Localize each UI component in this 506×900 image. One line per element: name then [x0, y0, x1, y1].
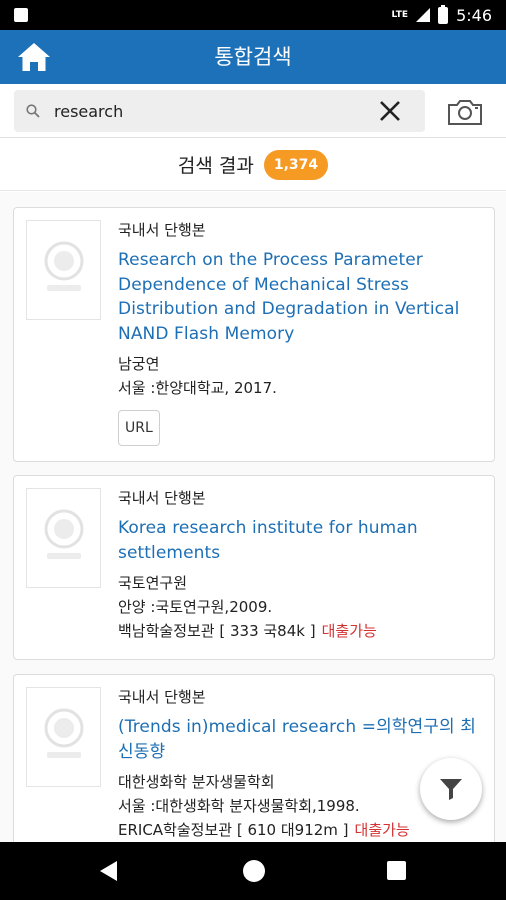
battery-icon: [438, 4, 449, 24]
author: 남궁연: [118, 355, 160, 373]
signal-icon: [416, 8, 431, 22]
material-type: 국내서 단행본: [118, 489, 206, 507]
clock: 5:46: [456, 5, 492, 25]
filter-icon: [440, 779, 462, 800]
book-title-link[interactable]: Korea research institute for human settl…: [118, 516, 488, 565]
holding-location: ERICA학술정보관 [ 610 대912m ]: [118, 821, 349, 839]
camera-icon[interactable]: [445, 97, 485, 127]
university-seal-icon: [44, 241, 84, 291]
card-body: 국내서 단행본 Research on the Process Paramete…: [118, 218, 488, 446]
publisher: 안양 :국토연구원,2009.: [118, 598, 273, 616]
page-title: 통합검색: [214, 45, 292, 69]
result-count-badge: 1,374: [263, 149, 329, 180]
search-row: [0, 84, 506, 138]
book-cover-placeholder: [26, 687, 101, 787]
publisher: 서울 :한양대학교, 2017.: [118, 379, 277, 397]
recents-square-icon[interactable]: [387, 861, 406, 880]
status-indicators: LTE 5:46: [392, 4, 492, 26]
search-input[interactable]: [54, 95, 374, 127]
system-nav-bar: [0, 842, 506, 900]
result-card[interactable]: 국내서 단행본 Korea research institute for hum…: [13, 475, 495, 660]
result-card[interactable]: 국내서 단행본 Research on the Process Paramete…: [13, 207, 495, 462]
app-bar: 통합검색: [0, 30, 506, 84]
holding-location: 백남학술정보관 [ 333 국84k ]: [118, 622, 316, 640]
holding-info: 백남학술정보관 [ 333 국84k ] 대출가능: [118, 619, 488, 643]
material-type: 국내서 단행본: [118, 221, 206, 239]
result-header: 검색 결과 1,374: [0, 139, 506, 191]
university-seal-icon: [44, 509, 84, 559]
status-bar: LTE 5:46: [0, 0, 506, 30]
author: 국토연구원: [118, 574, 188, 592]
material-type: 국내서 단행본: [118, 688, 206, 706]
result-label: 검색 결과: [177, 155, 254, 177]
card-body: 국내서 단행본 Korea research institute for hum…: [118, 486, 488, 643]
url-button[interactable]: URL: [118, 410, 160, 446]
home-circle-icon[interactable]: [243, 860, 265, 882]
search-icon: [26, 104, 40, 118]
holding-info: ERICA학술정보관 [ 610 대912m ] 대출가능: [118, 818, 488, 842]
close-icon[interactable]: [376, 97, 404, 125]
book-cover-placeholder: [26, 488, 101, 588]
notification-icon: [14, 8, 28, 22]
filter-button[interactable]: [420, 758, 482, 820]
search-box: [14, 90, 425, 132]
book-title-link[interactable]: Research on the Process Parameter Depend…: [118, 248, 488, 346]
result-card[interactable]: 국내서 단행본 (Trends in)medical research =의학연…: [13, 674, 495, 842]
home-icon: [18, 43, 50, 71]
university-seal-icon: [44, 708, 84, 758]
result-list: 국내서 단행본 Research on the Process Paramete…: [0, 192, 506, 842]
book-title-link[interactable]: (Trends in)medical research =의학연구의 최신동향: [118, 715, 488, 764]
network-type: LTE: [391, 10, 409, 20]
loan-status: 대출가능: [354, 821, 410, 839]
home-button[interactable]: [14, 40, 54, 74]
book-cover-placeholder: [26, 220, 101, 320]
loan-status: 대출가능: [321, 622, 377, 640]
back-triangle-icon[interactable]: [100, 861, 117, 881]
